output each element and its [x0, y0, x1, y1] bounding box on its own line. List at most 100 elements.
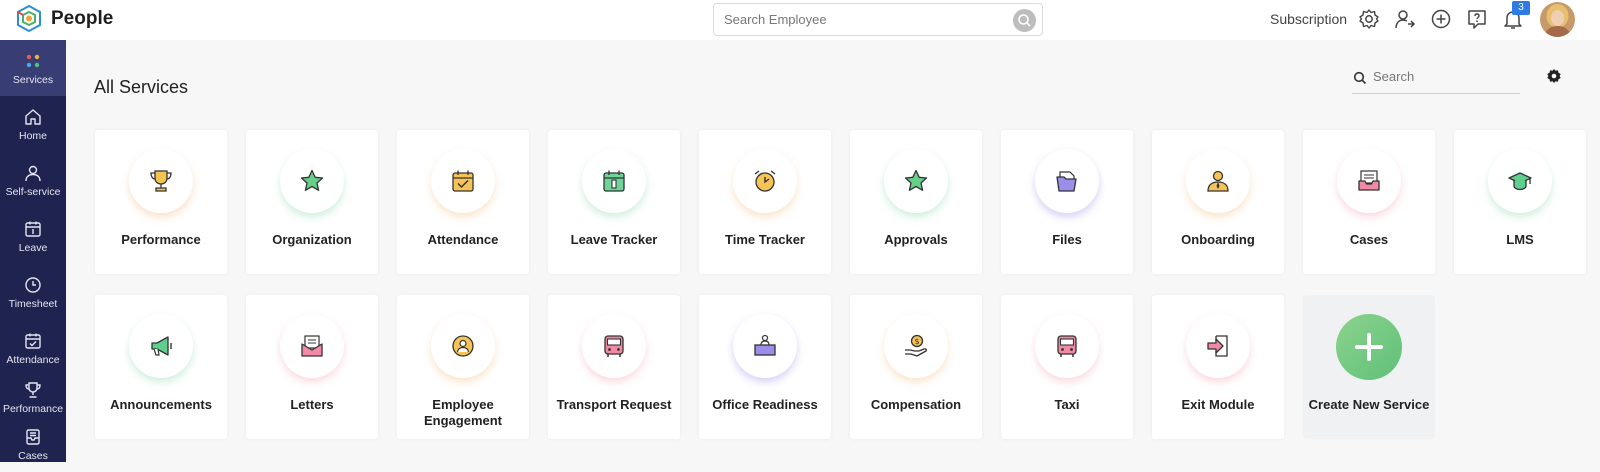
envelope-letter-icon: [301, 335, 323, 357]
service-card-taxi[interactable]: Taxi: [1001, 295, 1133, 439]
top-bar: People Subscription 3: [0, 0, 1600, 40]
service-card-cases[interactable]: Cases: [1303, 130, 1435, 274]
office-desk-icon: [754, 334, 776, 356]
page-title: All Services: [94, 77, 189, 97]
sidebar-item-label: Self-service: [5, 186, 61, 198]
user-avatar[interactable]: [1540, 2, 1575, 37]
service-icon-circle: [1035, 314, 1099, 378]
sidebar-item-label: Attendance: [6, 354, 60, 366]
service-card-announcements[interactable]: Announcements: [95, 295, 227, 439]
brand-name: People: [51, 8, 114, 29]
service-card-office-readiness[interactable]: Office Readiness: [699, 295, 831, 439]
add-service-button[interactable]: [1336, 314, 1402, 380]
service-icon-circle: [733, 314, 797, 378]
calendar-check-icon: [452, 170, 474, 192]
service-card-approvals[interactable]: Approvals: [850, 130, 982, 274]
sidebar-item-leave[interactable]: Leave: [0, 208, 66, 264]
service-card-exit-module[interactable]: Exit Module: [1152, 295, 1284, 439]
service-card-leave-tracker[interactable]: Leave Tracker: [548, 130, 680, 274]
employee-search[interactable]: [713, 3, 1043, 36]
service-name: Files: [1052, 232, 1082, 247]
home-icon: [25, 109, 41, 125]
service-card-compensation[interactable]: $ Compensation: [850, 295, 982, 439]
leave-calendar-icon: [603, 170, 625, 192]
service-icon-circle: [1035, 149, 1099, 213]
service-icon-circle: [1488, 149, 1552, 213]
service-icon-circle: [280, 314, 344, 378]
service-card-performance[interactable]: Performance: [95, 130, 227, 274]
add-circle-icon[interactable]: [1430, 8, 1452, 30]
bus-icon: [604, 335, 624, 357]
service-icon-circle: [582, 314, 646, 378]
subscription-link[interactable]: Subscription: [1270, 11, 1347, 27]
user-switch-icon[interactable]: [1394, 8, 1416, 30]
sidebar-item-services[interactable]: Services: [0, 40, 66, 96]
search-icon[interactable]: [1013, 9, 1036, 32]
service-name: Performance: [121, 232, 201, 247]
calendar-icon: [25, 221, 41, 237]
sidebar: Services Home Self-service Leave Timeshe…: [0, 40, 66, 462]
employee-search-input[interactable]: [724, 12, 1004, 27]
settings-gear-icon[interactable]: [1358, 8, 1380, 30]
service-name: Compensation: [870, 397, 962, 412]
service-name: Create New Service: [1308, 397, 1430, 412]
service-name: Employee Engagement: [423, 397, 502, 428]
inbox-tray-icon: [26, 429, 40, 445]
files-icon: [1056, 171, 1077, 192]
services-dots-icon: [26, 54, 40, 68]
service-name: Office Readiness: [712, 397, 818, 412]
service-icon-circle: [884, 149, 948, 213]
sidebar-item-label: Home: [18, 130, 47, 142]
sidebar-item-timesheet[interactable]: Timesheet: [0, 264, 66, 320]
star-icon: [300, 169, 324, 191]
exit-door-icon: [1207, 335, 1228, 357]
inbox-tray-icon: [1358, 170, 1380, 191]
service-card-lms[interactable]: LMS: [1454, 130, 1586, 274]
service-icon-circle: [582, 149, 646, 213]
service-card-attendance[interactable]: Attendance: [397, 130, 529, 274]
service-card-time-tracker[interactable]: Time Tracker: [699, 130, 831, 274]
service-name: LMS: [1506, 232, 1534, 247]
service-icon-circle: [431, 149, 495, 213]
service-icon-circle: [280, 149, 344, 213]
sidebar-item-label: Performance: [2, 403, 64, 415]
bus-icon: [1057, 335, 1077, 357]
service-card-letters[interactable]: Letters: [246, 295, 378, 439]
sidebar-item-label: Cases: [18, 450, 48, 462]
sidebar-item-label: Timesheet: [8, 298, 58, 310]
service-icon-circle: [431, 314, 495, 378]
graduation-cap-icon: [1508, 172, 1532, 191]
service-icon-circle: $: [884, 314, 948, 378]
service-name: Approvals: [884, 232, 948, 247]
help-icon[interactable]: [1466, 8, 1488, 30]
service-card-employee-engagement[interactable]: Employee Engagement: [397, 295, 529, 439]
sidebar-item-self-service[interactable]: Self-service: [0, 152, 66, 208]
service-icon-circle: [129, 149, 193, 213]
trophy-icon: [25, 382, 41, 398]
create-new-service-card[interactable]: Create New Service: [1303, 295, 1435, 439]
user-icon: [25, 165, 41, 182]
sidebar-item-home[interactable]: Home: [0, 96, 66, 152]
service-icon-circle: [733, 149, 797, 213]
service-icon-circle: [1186, 149, 1250, 213]
service-icon-circle: [129, 314, 193, 378]
sidebar-item-cases[interactable]: Cases: [0, 416, 66, 472]
service-name: Time Tracker: [725, 232, 805, 247]
service-card-files[interactable]: Files: [1001, 130, 1133, 274]
service-card-onboarding[interactable]: Onboarding: [1152, 130, 1284, 274]
notification-count-badge: 3: [1512, 1, 1530, 15]
clock-icon: [25, 277, 41, 293]
search-icon: [1353, 71, 1367, 85]
services-settings-gear-icon[interactable]: [1546, 68, 1562, 84]
svg-text:$: $: [914, 337, 919, 346]
star-icon: [904, 169, 928, 191]
people-logo-icon[interactable]: [14, 4, 44, 34]
service-card-organization[interactable]: Organization: [246, 130, 378, 274]
service-card-transport-request[interactable]: Transport Request: [548, 295, 680, 439]
sidebar-item-attendance[interactable]: Attendance: [0, 320, 66, 376]
services-search-input[interactable]: [1373, 69, 1513, 84]
team-circle-icon: [452, 335, 474, 357]
service-name: Leave Tracker: [570, 232, 658, 247]
service-icon-circle: [1337, 149, 1401, 213]
services-search[interactable]: [1352, 66, 1520, 94]
